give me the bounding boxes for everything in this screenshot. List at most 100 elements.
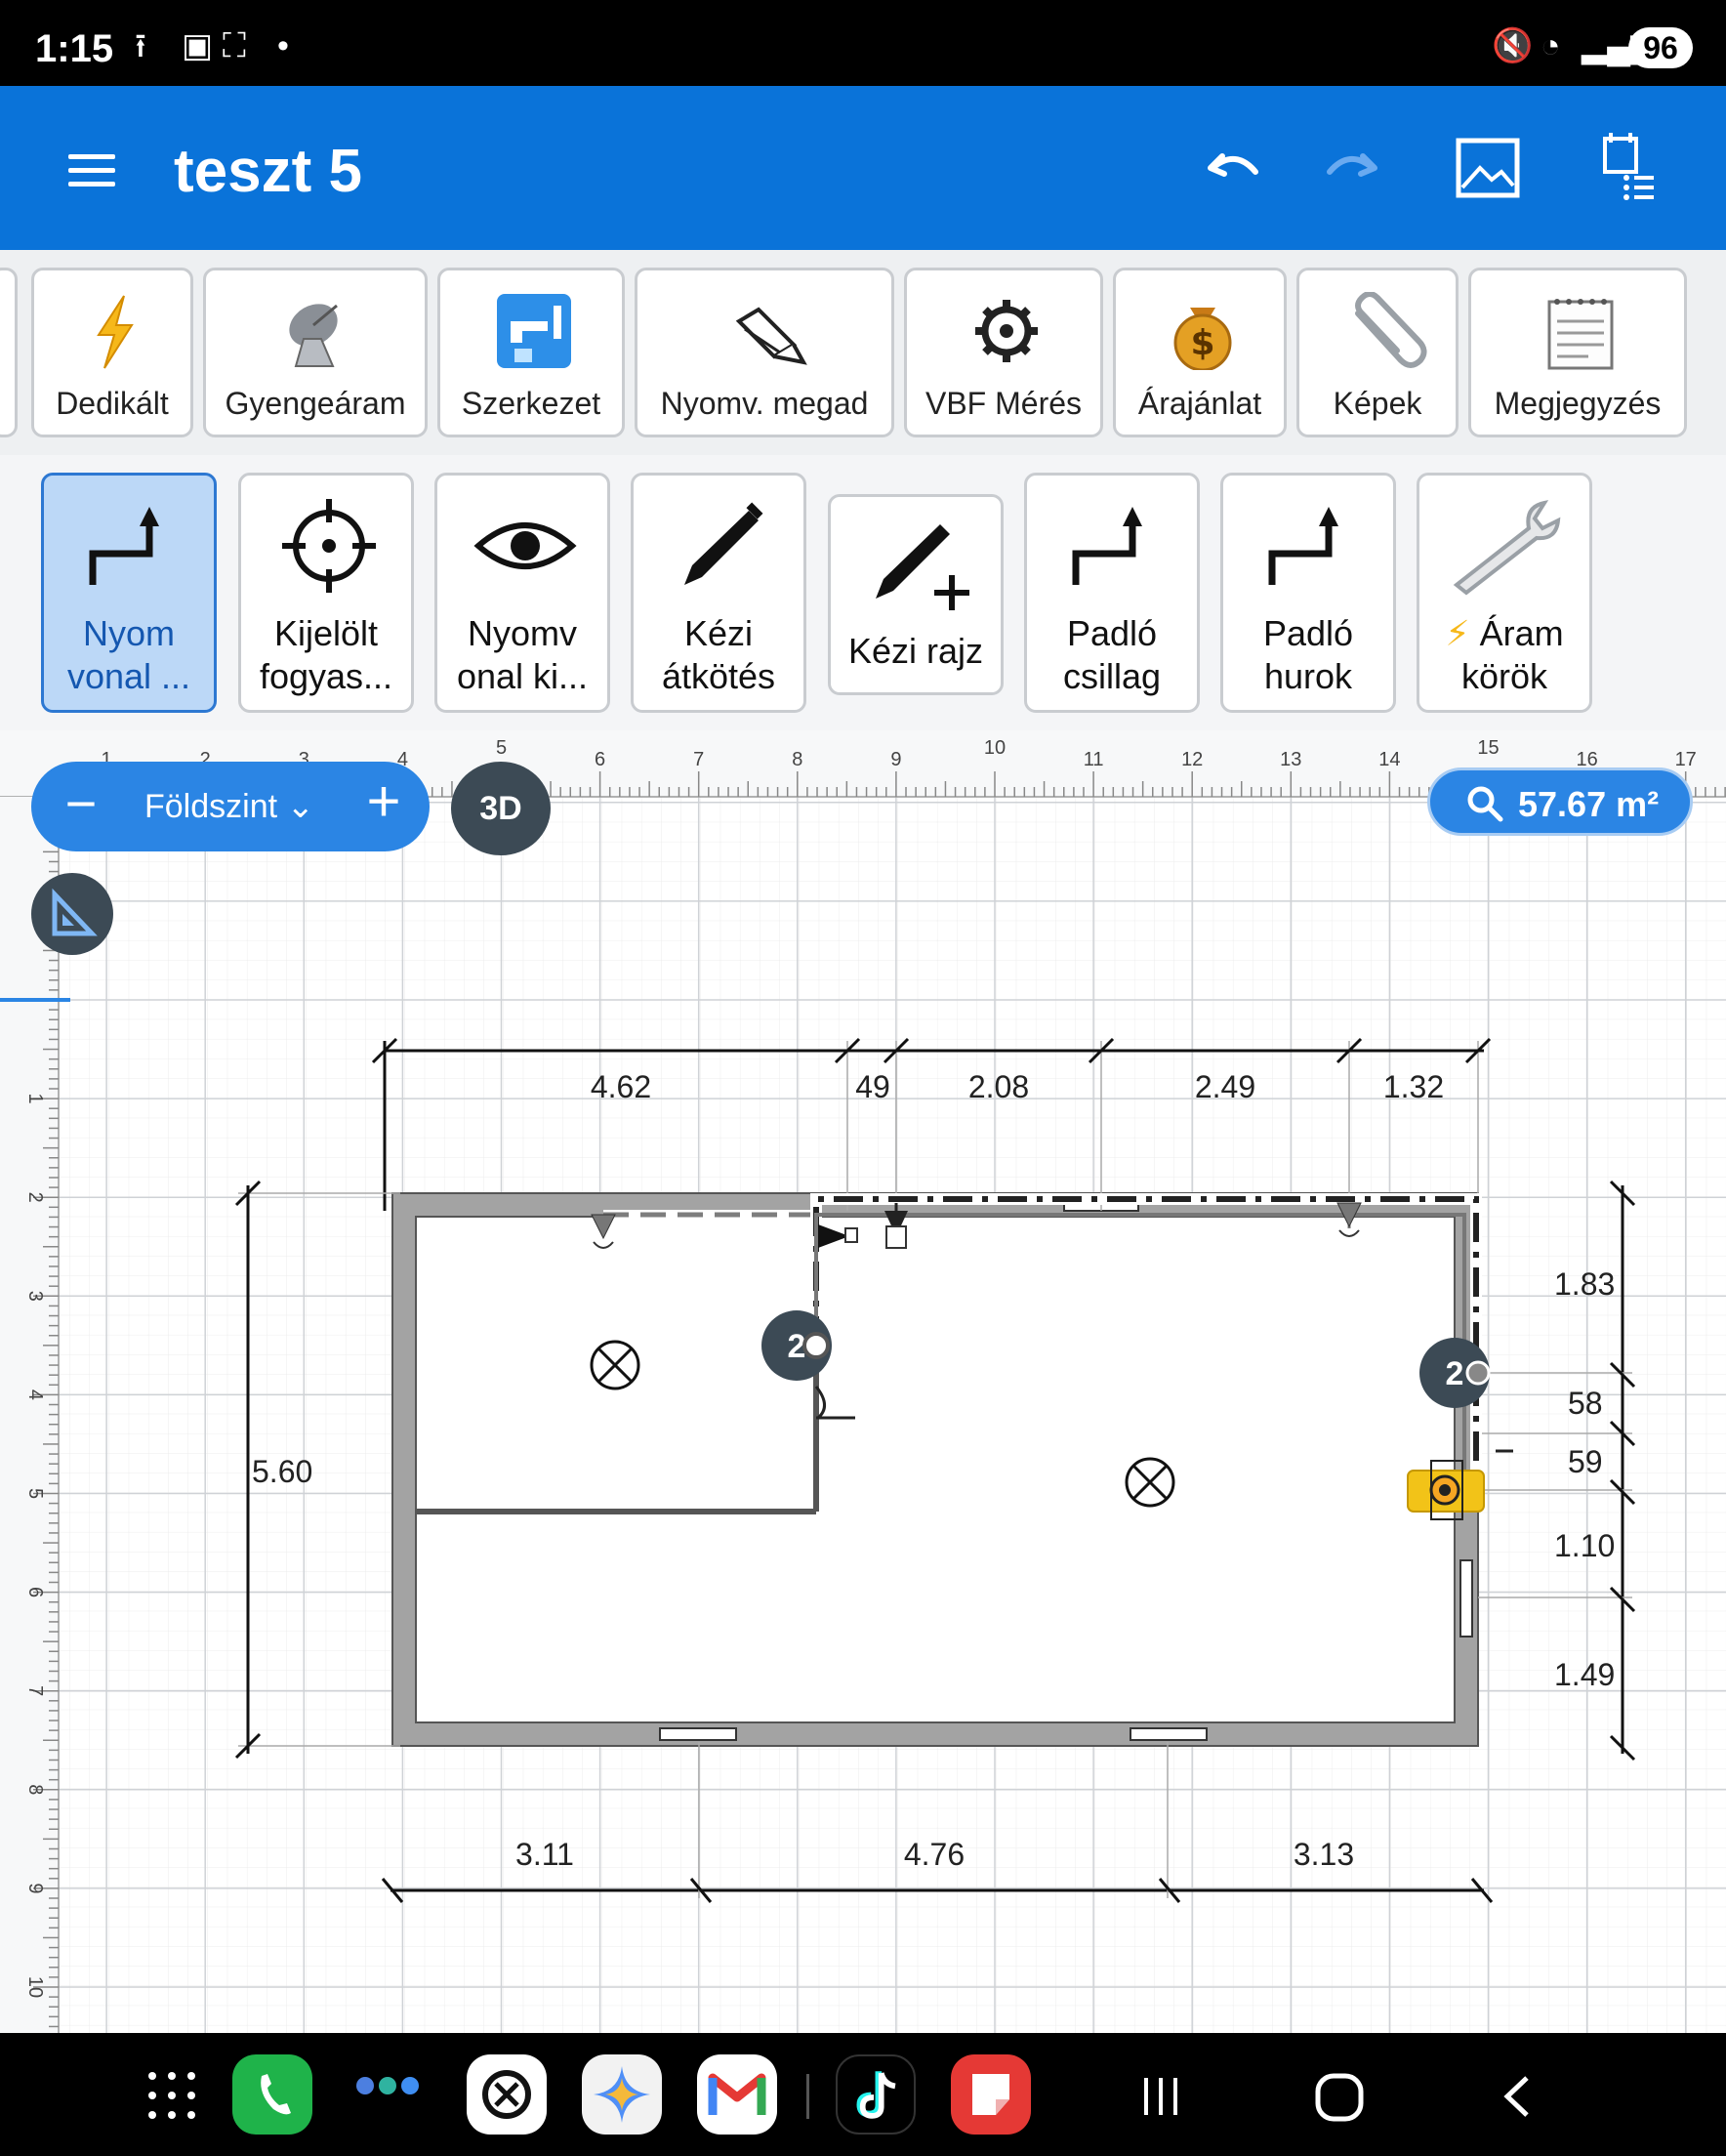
phone-app-icon[interactable]: [232, 2054, 312, 2135]
set-square-icon: [52, 888, 98, 936]
tool-label-line2: fogyas...: [259, 656, 393, 696]
lightning-icon: [97, 295, 134, 369]
tool-arajanlat-button[interactable]: $ Árajánlat: [1113, 268, 1287, 437]
ruler-label: 6: [24, 1587, 46, 1597]
faucet-icon: [497, 294, 571, 368]
tool-label-line1: Nyomv: [467, 613, 577, 653]
ruler-label: 13: [1280, 749, 1301, 770]
view-3d-button[interactable]: 3D: [451, 762, 551, 855]
area-value: 57.67 m²: [1518, 784, 1660, 824]
tool-label: Szerkezet: [461, 386, 601, 421]
area-zoom-button[interactable]: 57.67 m²: [1427, 767, 1693, 836]
pen-plus-icon: [876, 524, 969, 610]
back-icon[interactable]: [1494, 2072, 1542, 2121]
money-bag-icon: $: [1173, 308, 1232, 370]
undo-icon[interactable]: [1193, 129, 1271, 207]
dim-top-4: 2.49: [1195, 1069, 1255, 1104]
tool-kepek-button[interactable]: Képek: [1296, 268, 1459, 437]
gemini-app-icon[interactable]: [582, 2054, 662, 2135]
ruler-label: 9: [890, 749, 901, 770]
system-nav-bar: [0, 2033, 1726, 2156]
screenshot-icon: ⛶: [223, 27, 246, 64]
toolbar-overflow-edge[interactable]: [0, 268, 18, 437]
ruler-label: 9: [24, 1883, 46, 1893]
tool-nyom-vonal-button[interactable]: Nyom vonal ...: [41, 473, 217, 713]
ruler-label: 1: [24, 1094, 46, 1104]
image-icon[interactable]: [1449, 129, 1527, 207]
home-icon[interactable]: [1312, 2070, 1367, 2125]
page-title: teszt 5: [174, 138, 362, 205]
dim-right-1: 1.83: [1554, 1266, 1615, 1302]
tool-label-line1: Padló: [1066, 613, 1158, 653]
gmail-app-icon[interactable]: [697, 2054, 777, 2135]
recent-apps-icon[interactable]: [1136, 2072, 1185, 2121]
notes-app-icon[interactable]: [951, 2054, 1031, 2135]
route-arrow-icon: [1072, 507, 1142, 585]
node-badge: 2: [1419, 1338, 1491, 1408]
window: [1459, 1559, 1473, 1638]
floor-dropdown[interactable]: Földszint ⌄: [144, 787, 314, 826]
app-drawer-icon[interactable]: [144, 2068, 199, 2123]
tool-aram-korok-button[interactable]: ⚡ Áram körök: [1417, 473, 1592, 713]
status-time: 1:15: [35, 27, 114, 70]
dim-right-5: 1.49: [1554, 1657, 1615, 1692]
ruler-label: 2: [24, 1192, 46, 1203]
tool-label-line1: Padló: [1262, 613, 1354, 653]
tool-szerkezet-button[interactable]: Szerkezet: [437, 268, 625, 437]
tool-label-line2: csillag: [1062, 656, 1162, 696]
dim-top-5: 1.32: [1383, 1069, 1444, 1104]
tool-padlo-csillag-button[interactable]: Padló csillag: [1024, 473, 1200, 713]
tool-kezi-rajz-button[interactable]: Kézi rajz: [828, 494, 1004, 695]
set-square-tool-button[interactable]: [31, 873, 113, 955]
dim-bottom-3: 3.13: [1294, 1837, 1354, 1872]
dim-right-3: 59: [1568, 1444, 1603, 1479]
tool-label-line1: Kijelölt: [273, 613, 379, 653]
calendar-list-icon[interactable]: [1591, 129, 1669, 207]
sim-icon: ▣: [182, 27, 214, 64]
dim-left: 5.60: [252, 1454, 312, 1489]
tool-label: VBF Mérés: [925, 386, 1083, 421]
ceiling-light-icon: [590, 1340, 640, 1390]
search-icon: [1467, 786, 1503, 822]
floor-plan-canvas[interactable]: 1 2 3 4 5 6 7 8 9 10 11 12 13 14 15 16 17 1 2 3 4 5 6 7 8 9 10: [0, 730, 1726, 2033]
tool-gyengearam-button[interactable]: Gyengeáram: [203, 268, 428, 437]
lightning-icon: ⚡: [1445, 613, 1470, 653]
svg-text:2: 2: [1446, 1355, 1464, 1392]
tiktok-app-icon[interactable]: [836, 2054, 916, 2135]
app-group-icon[interactable]: [353, 2072, 422, 2111]
tool-kezi-atkotes-button[interactable]: Kézi átkötés: [631, 473, 806, 713]
tool-label: Dedikált: [56, 386, 169, 421]
ruler-label: 7: [24, 1685, 46, 1696]
tool-kijelolt-fogyaszto-button[interactable]: Kijelölt fogyas...: [238, 473, 414, 713]
paperclip-icon: [1355, 292, 1427, 368]
floor-up-button[interactable]: +: [359, 767, 408, 836]
tool-megjegyzes-button[interactable]: Megjegyzés: [1468, 268, 1687, 437]
menu-icon[interactable]: [68, 154, 115, 187]
tool-padlo-hurok-button[interactable]: Padló hurok: [1220, 473, 1396, 713]
satellite-dish-icon: [289, 304, 338, 367]
dim-top-3: 2.08: [968, 1069, 1029, 1104]
redo-icon[interactable]: [1314, 129, 1392, 207]
dim-top-2: 49: [855, 1069, 890, 1104]
chatgpt-app-icon[interactable]: [467, 2054, 547, 2135]
tool-vbf-meres-button[interactable]: VBF Mérés: [904, 268, 1103, 437]
wifi-icon: ◔: [1541, 27, 1561, 64]
ruler-label: 5: [496, 737, 507, 759]
floor-plan-drawing[interactable]: 1 2 3 456 7 8 91011 12 13 141516 17 12345678910: [0, 730, 1726, 2033]
tool-label: Nyomv. megad: [660, 386, 869, 421]
pen-icon: [684, 502, 763, 585]
dim-top-1: 4.62: [591, 1069, 651, 1104]
tool-label-line2: hurok: [1263, 656, 1353, 696]
tool-nyomvonal-kijelzes-button[interactable]: Nyomv onal ki...: [434, 473, 610, 713]
floor-down-button[interactable]: −: [57, 769, 105, 838]
ruler-label: 10: [984, 737, 1006, 759]
tool-dedikalt-button[interactable]: Dedikált: [31, 268, 193, 437]
ruler-label: 6: [595, 749, 605, 770]
tool-label-line2: átkötés: [661, 656, 776, 696]
tool-nyomv-megad-button[interactable]: Nyomv. megad: [635, 268, 894, 437]
ruler-label: 8: [24, 1784, 46, 1795]
ruler-label: 17: [1675, 749, 1697, 770]
walls[interactable]: [391, 1192, 1479, 1747]
ruler-label: 8: [792, 749, 802, 770]
eye-icon: [473, 522, 577, 569]
